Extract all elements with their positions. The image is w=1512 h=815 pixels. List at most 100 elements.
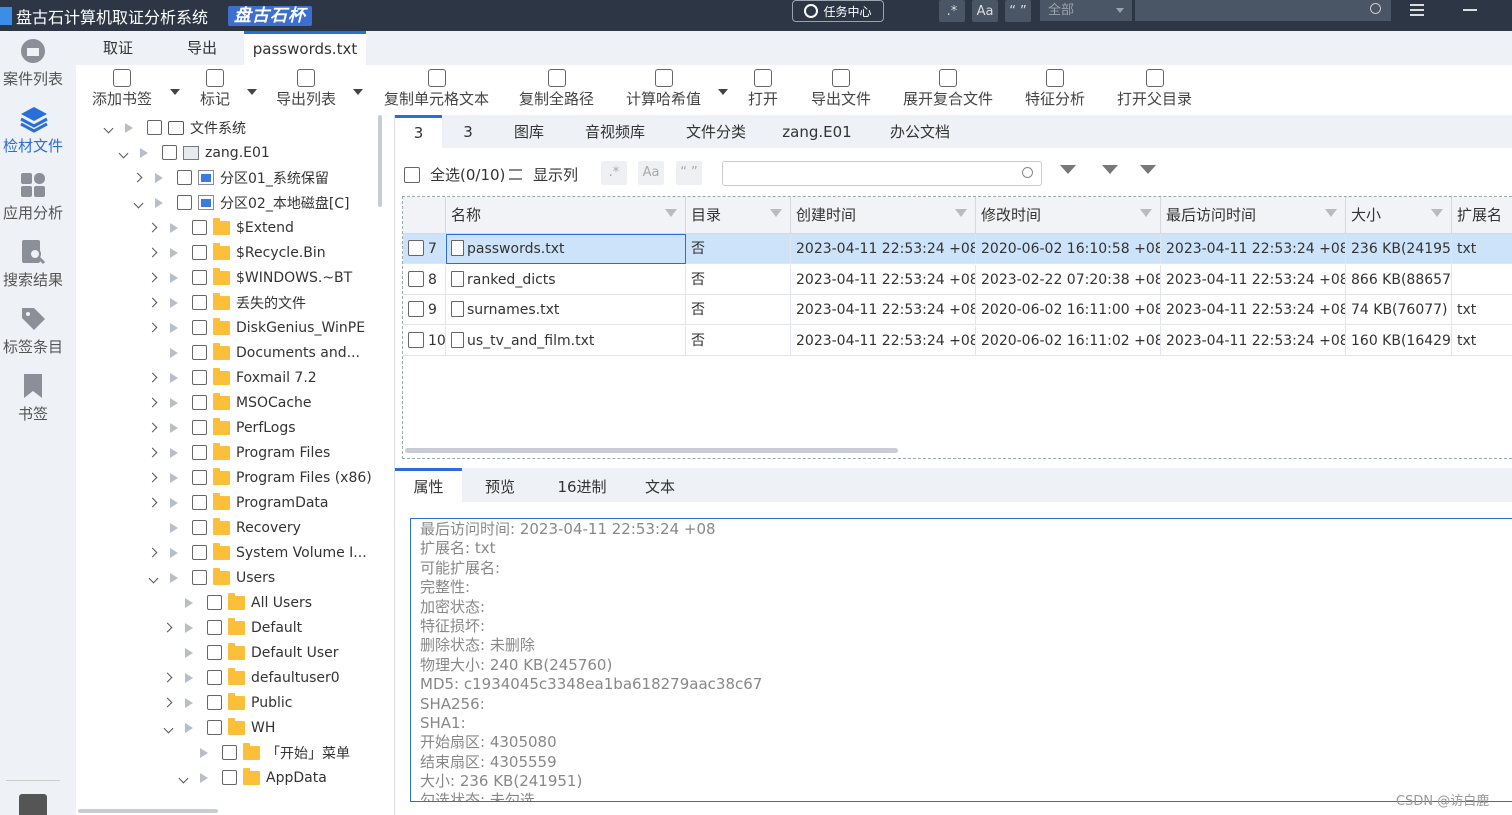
chevron-right-icon[interactable]: [149, 223, 159, 233]
pane-divider[interactable]: [394, 115, 395, 815]
nav-case-list[interactable]: 案件列表: [0, 31, 66, 97]
add-bookmark-button[interactable]: 添加书签: [92, 69, 152, 109]
tree-node-checkbox[interactable]: [192, 270, 207, 285]
chevron-right-icon[interactable]: [149, 498, 159, 508]
header-name[interactable]: 名称: [446, 197, 686, 234]
cell-size[interactable]: 160 KB(164290): [1346, 325, 1452, 356]
tree-node[interactable]: MSOCache: [149, 390, 312, 415]
tree-node-checkbox[interactable]: [207, 670, 222, 685]
tree-node[interactable]: All Users: [164, 590, 312, 615]
column-filter-icon[interactable]: [1325, 209, 1337, 217]
tab-text[interactable]: 文本: [626, 468, 694, 502]
open-button[interactable]: 打开: [748, 69, 778, 109]
table-row[interactable]: 8 ranked_dicts 否 2023-04-11 22:53:24 +08 202…: [403, 264, 1512, 295]
export-file-button[interactable]: 导出文件: [811, 69, 871, 109]
nav-tag-items[interactable]: 标签条目: [0, 299, 66, 365]
chevron-right-icon[interactable]: [149, 548, 159, 558]
chevron-right-icon[interactable]: [149, 473, 159, 483]
cell-created[interactable]: 2023-04-11 22:53:24 +08: [791, 295, 976, 325]
cell-name[interactable]: ranked_dicts: [446, 264, 686, 295]
chevron-down-icon[interactable]: [179, 773, 189, 783]
tree-node[interactable]: 分区01_系统保留: [134, 165, 329, 190]
copy-full-path-button[interactable]: 复制全路径: [519, 69, 594, 109]
tree-scrollbar-vertical[interactable]: [378, 115, 382, 207]
case-filter-toggle[interactable]: Aa: [638, 161, 664, 185]
chevron-right-icon[interactable]: [164, 698, 174, 708]
tab-passwords-txt[interactable]: passwords.txt: [244, 31, 366, 65]
tree-node[interactable]: PerfLogs: [149, 415, 296, 440]
tree-node-checkbox[interactable]: [207, 720, 222, 735]
cell-modified[interactable]: 2020-06-02 16:11:02 +08: [976, 325, 1161, 356]
nav-app-analysis[interactable]: 应用分析: [0, 165, 66, 231]
cell-name[interactable]: surnames.txt: [446, 295, 686, 325]
tree-node[interactable]: 丢失的文件: [149, 290, 306, 315]
cell-ext[interactable]: txt: [1452, 295, 1512, 325]
tab-file-category[interactable]: 文件分类: [666, 115, 766, 148]
table-row[interactable]: 9 surnames.txt 否 2023-04-11 22:53:24 +08 202…: [403, 295, 1512, 325]
tree-node[interactable]: Program Files: [149, 440, 330, 465]
chevron-down-icon[interactable]: [134, 198, 144, 208]
tree-node[interactable]: Documents and...: [149, 340, 360, 365]
case-toggle[interactable]: Aa: [972, 0, 998, 22]
minimize-icon[interactable]: [1463, 9, 1477, 11]
cell-created[interactable]: 2023-04-11 22:53:24 +08: [791, 234, 976, 264]
header-ext[interactable]: 扩展名: [1452, 197, 1512, 234]
cell-ext[interactable]: [1452, 265, 1512, 295]
tree-node-checkbox[interactable]: [207, 620, 222, 635]
tree-node-checkbox[interactable]: [192, 370, 207, 385]
chevron-right-icon[interactable]: [149, 398, 159, 408]
tree-node-checkbox[interactable]: [192, 445, 207, 460]
tree-node-checkbox[interactable]: [192, 570, 207, 585]
tree-scrollbar-horizontal[interactable]: [78, 809, 218, 813]
tab-preview[interactable]: 预览: [462, 468, 538, 502]
cell-accessed[interactable]: 2023-04-11 22:53:24 +08: [1161, 295, 1346, 325]
tab-properties[interactable]: 属性: [395, 468, 462, 502]
tree-node[interactable]: ProgramData: [149, 490, 329, 515]
cell-accessed[interactable]: 2023-04-11 22:53:24 +08: [1161, 234, 1346, 264]
expand-compound-file-button[interactable]: 展开复合文件: [903, 69, 993, 109]
tree-node[interactable]: Recovery: [149, 515, 301, 540]
cell-accessed[interactable]: 2023-04-11 22:53:24 +08: [1161, 264, 1346, 295]
show-columns-button[interactable]: 显示列: [509, 164, 578, 185]
chevron-down-icon[interactable]: [104, 123, 114, 133]
table-row[interactable]: 10 us_tv_and_film.txt 否 2023-04-11 22:53:24…: [403, 325, 1512, 356]
tree-node-checkbox[interactable]: [177, 195, 192, 210]
cell-size[interactable]: 74 KB(76077): [1346, 295, 1452, 325]
cell-created[interactable]: 2023-04-11 22:53:24 +08: [791, 264, 976, 295]
quote-toggle[interactable]: “ ”: [1005, 0, 1031, 22]
tree-node-checkbox[interactable]: [192, 345, 207, 360]
tree-node-checkbox[interactable]: [207, 595, 222, 610]
column-filter-icon[interactable]: [1431, 209, 1443, 217]
select-all[interactable]: 全选(0/10): [404, 164, 505, 185]
search-icon[interactable]: [1022, 167, 1033, 178]
search-icon[interactable]: [1370, 3, 1381, 14]
copy-cell-text-button[interactable]: 复制单元格文本: [384, 69, 489, 109]
toolbox-icon[interactable]: [19, 794, 47, 815]
tree-node-checkbox[interactable]: [147, 120, 162, 135]
chevron-down-icon[interactable]: [718, 89, 728, 95]
filter-clear-icon[interactable]: [1102, 165, 1118, 174]
filter-search-input[interactable]: [722, 161, 1042, 186]
cell-modified[interactable]: 2020-06-02 16:11:00 +08: [976, 295, 1161, 325]
tree-node[interactable]: AppData: [179, 765, 327, 790]
filter-reset-icon[interactable]: [1140, 165, 1156, 174]
cell-modified[interactable]: 2023-02-22 07:20:38 +08: [976, 264, 1161, 295]
properties-panel[interactable]: 最后访问时间: 2023-04-11 22:53:24 +08 扩展名: txt 可…: [410, 518, 1512, 802]
chevron-down-icon[interactable]: [119, 148, 129, 158]
tree-node[interactable]: 文件系统: [104, 115, 246, 140]
chevron-right-icon[interactable]: [149, 298, 159, 308]
tree-node-checkbox[interactable]: [192, 320, 207, 335]
tree-node-checkbox[interactable]: [162, 145, 177, 160]
tree-node[interactable]: DiskGenius_WinPE: [149, 315, 365, 340]
open-parent-dir-button[interactable]: 打开父目录: [1117, 69, 1192, 109]
nav-bookmarks[interactable]: 书签: [0, 366, 66, 432]
nav-evidence-files[interactable]: 检材文件: [0, 98, 66, 164]
feature-analysis-button[interactable]: 特征分析: [1025, 69, 1085, 109]
tree-node[interactable]: 「开始」菜单: [179, 740, 350, 765]
global-search-input[interactable]: [1135, 0, 1391, 21]
chevron-right-icon[interactable]: [134, 173, 144, 183]
cell-name[interactable]: passwords.txt: [446, 234, 686, 264]
tree-node[interactable]: Default: [164, 615, 302, 640]
cell-ext[interactable]: txt: [1452, 326, 1512, 356]
cell-dir[interactable]: 否: [686, 295, 791, 325]
